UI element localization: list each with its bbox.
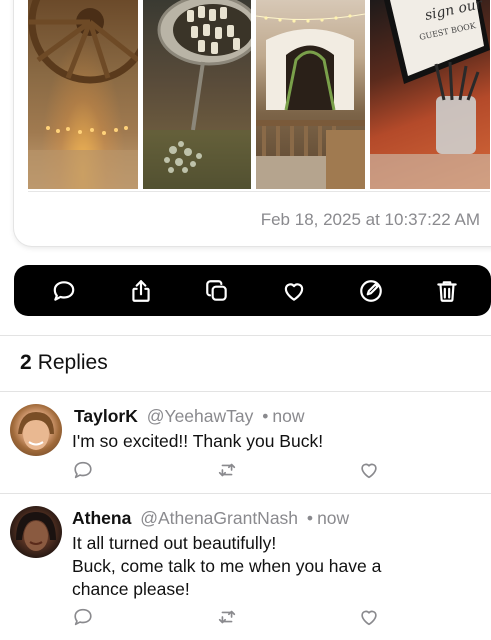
reply-comment-button[interactable] <box>72 459 96 483</box>
reply-button[interactable] <box>50 277 78 305</box>
heart-icon <box>361 463 377 479</box>
reply-header: TaylorK @YeehawTay • now <box>74 406 305 427</box>
author-handle[interactable]: @YeehawTay <box>147 406 254 426</box>
edit-button[interactable] <box>357 277 385 305</box>
comment-icon <box>53 281 75 301</box>
reply-time: now <box>272 406 305 426</box>
post-timestamp: Feb 18, 2025 at 10:37:22 AM <box>260 210 480 229</box>
edit-icon <box>360 280 382 302</box>
replies-header: 2 Replies <box>20 351 108 375</box>
avatar[interactable] <box>10 404 62 456</box>
meta-separator: • <box>262 406 269 426</box>
reply-repost-button[interactable] <box>216 606 240 630</box>
replies-label: Replies <box>37 351 108 374</box>
repost-icon <box>218 610 236 624</box>
reply-repost-button[interactable] <box>216 459 240 483</box>
reply-text-line: Buck, come talk to me when you have a <box>72 556 382 576</box>
photos-divider <box>28 191 490 192</box>
bottles-in-cart-photo[interactable] <box>143 0 251 189</box>
comment-icon <box>74 461 92 479</box>
reply-text: I'm so excited!! Thank you Buck! <box>72 431 324 451</box>
post-action-bar <box>14 265 491 316</box>
copy-icon <box>206 280 227 301</box>
copy-button[interactable] <box>203 277 231 305</box>
meta-separator: • <box>306 508 314 528</box>
author-name[interactable]: TaylorK <box>74 406 138 426</box>
reply-comment-button[interactable] <box>72 606 96 630</box>
reply-item[interactable]: TaylorK @YeehawTay • now I'm so excited!!… <box>0 392 491 492</box>
like-button[interactable] <box>280 277 308 305</box>
reply-item[interactable]: Athena @AthenaGrantNash • now It all turn… <box>0 494 491 640</box>
delete-button[interactable] <box>433 277 461 305</box>
repost-icon <box>218 463 236 477</box>
guestbook-sign-photo[interactable]: sign our GUEST BOOK <box>370 0 490 189</box>
photo-grid: sign our GUEST BOOK <box>28 0 491 190</box>
section-divider <box>0 335 491 336</box>
reply-text-line: It all turned out beautifully! <box>72 533 277 553</box>
barn-venue-photo[interactable] <box>256 0 365 189</box>
reply-like-button[interactable] <box>358 459 382 483</box>
author-name[interactable]: Athena <box>72 508 131 528</box>
reply-text: It all turned out beautifully! Buck, com… <box>72 532 472 601</box>
share-icon <box>132 280 150 302</box>
heart-icon <box>284 283 304 301</box>
author-handle[interactable]: @AthenaGrantNash <box>140 508 298 528</box>
reply-header: Athena @AthenaGrantNash • now <box>72 508 349 529</box>
reply-text-line: chance please! <box>72 579 190 599</box>
reply-like-button[interactable] <box>358 606 382 630</box>
heart-icon <box>361 610 377 626</box>
share-button[interactable] <box>127 277 155 305</box>
trash-icon <box>437 281 457 302</box>
avatar[interactable] <box>10 506 62 558</box>
reply-time: now <box>317 508 350 528</box>
wagon-wheel-photo[interactable] <box>28 0 138 189</box>
replies-count: 2 <box>20 351 32 374</box>
comment-icon <box>74 608 92 626</box>
